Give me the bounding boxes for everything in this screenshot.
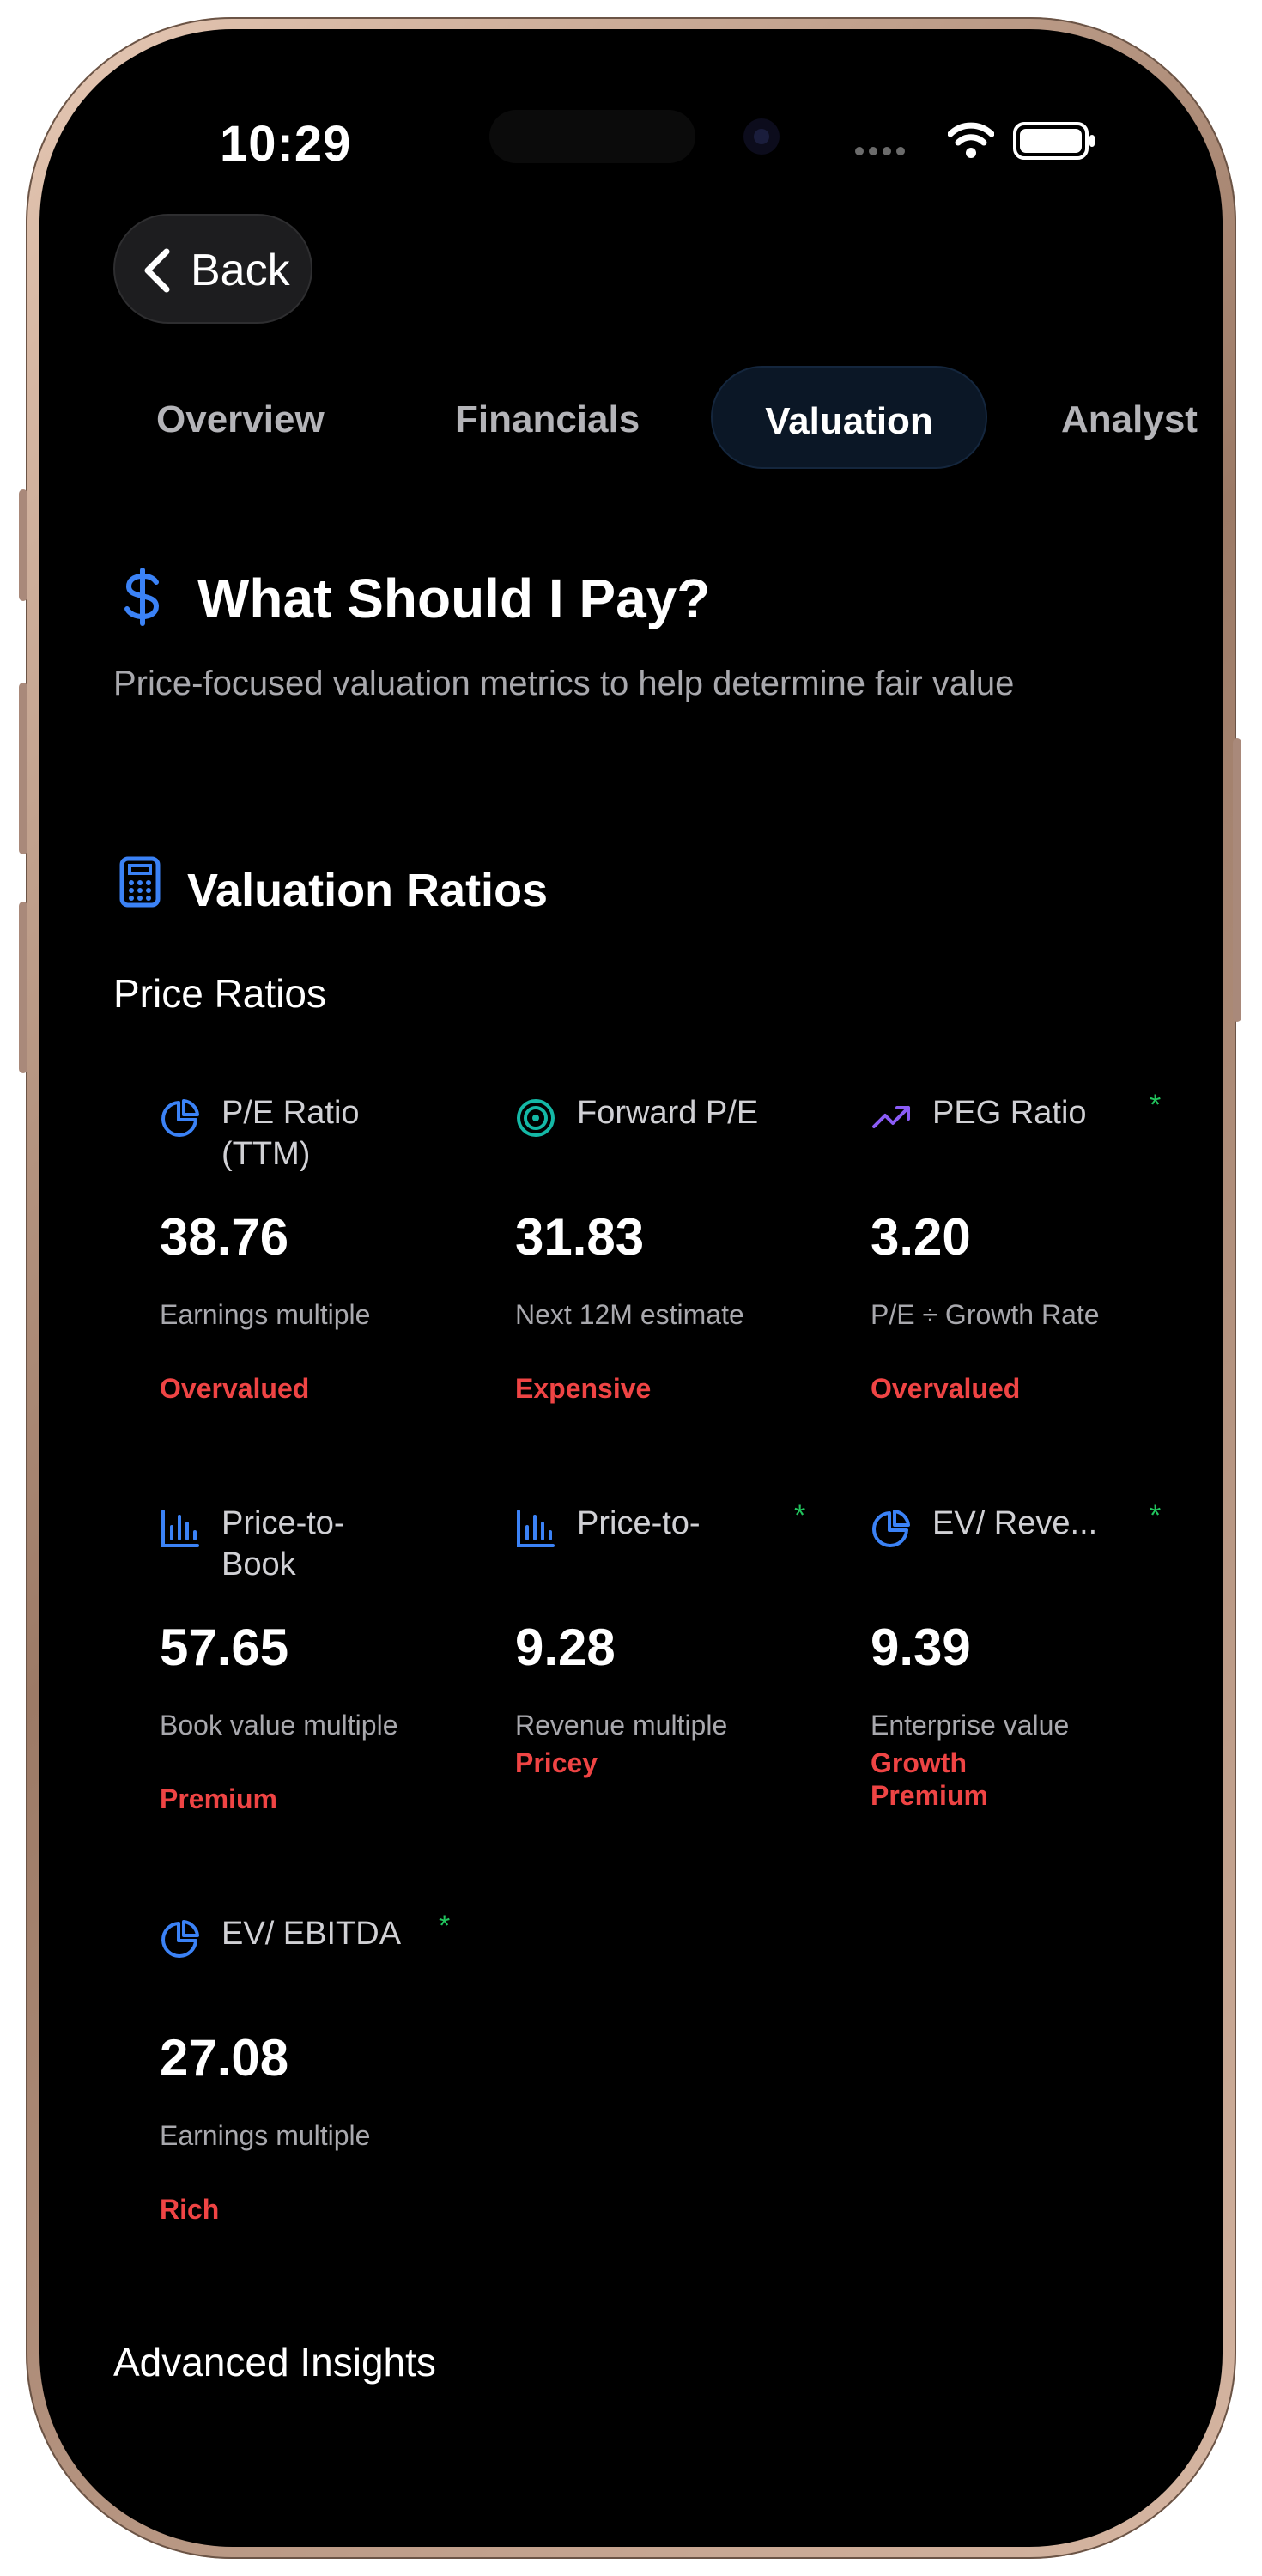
back-button[interactable]: Back (113, 214, 312, 324)
metric-status: Growth Premium (871, 1747, 988, 1811)
bar-chart-icon (517, 1510, 555, 1547)
metric-name: PEG Ratio (932, 1095, 1087, 1131)
page-subtitle: Price-focused valuation metrics to help … (113, 665, 1015, 702)
volume-up-button (19, 683, 27, 854)
metric-name: Forward P/E (577, 1095, 759, 1131)
metric-value: 9.28 (515, 1619, 616, 1676)
camera-icon (743, 118, 780, 155)
metric-value: 9.39 (871, 1619, 971, 1676)
back-label: Back (191, 246, 290, 295)
metric-description: Earnings multiple (160, 1299, 371, 1330)
metric-status: Premium (160, 1783, 277, 1814)
volume-down-button (19, 902, 27, 1073)
metric-value: 57.65 (160, 1619, 289, 1676)
battery-icon (1013, 122, 1095, 164)
metric-status: Overvalued (871, 1373, 1021, 1404)
metric-description: Next 12M estimate (515, 1299, 744, 1330)
metric-description: Enterprise value (871, 1710, 1070, 1741)
target-icon (517, 1099, 555, 1137)
screen: 10:29 Back Overview Financials Valuation… (39, 29, 1223, 2547)
trending-up-icon (872, 1106, 910, 1128)
metric-description: Earnings multiple (160, 2120, 371, 2151)
metric-name: EV/ EBITDA (221, 1916, 402, 1952)
metric-star: * (1150, 1499, 1162, 1532)
metric-status: Rich (160, 2194, 220, 2225)
section-subheading: Price Ratios (113, 971, 326, 1016)
calculator-icon (118, 855, 161, 913)
metric-description: Revenue multiple (515, 1710, 728, 1741)
dollar-icon (118, 567, 167, 631)
metric-status: Pricey (515, 1747, 598, 1778)
metric-value: 27.08 (160, 2029, 289, 2087)
wifi-icon (947, 122, 995, 162)
metric-value: 31.83 (515, 1208, 645, 1266)
metric-value: 3.20 (871, 1208, 971, 1266)
metric-star: * (439, 1910, 451, 1942)
metric-name: P/E Ratio (TTM) (221, 1095, 360, 1172)
pie-chart-icon (161, 1099, 199, 1137)
tab-valuation[interactable]: Valuation (711, 366, 987, 469)
bar-chart-icon (161, 1510, 199, 1547)
chevron-left-icon (144, 248, 170, 293)
metric-description: Book value multiple (160, 1710, 398, 1741)
tab-overview[interactable]: Overview (156, 398, 325, 441)
metric-star: * (794, 1499, 806, 1532)
tab-valuation-label: Valuation (765, 400, 933, 442)
metric-name: EV/ Reve... (932, 1505, 1098, 1541)
section-title: Valuation Ratios (187, 865, 549, 916)
power-button (1233, 738, 1241, 1022)
status-time: 10:29 (220, 116, 352, 172)
metric-description: P/E ÷ Growth Rate (871, 1299, 1100, 1330)
dynamic-island (489, 110, 695, 163)
metric-name: Price-to- (577, 1505, 701, 1541)
pie-chart-icon (872, 1510, 910, 1547)
metric-status: Overvalued (160, 1373, 310, 1404)
tab-financials[interactable]: Financials (455, 398, 640, 441)
advanced-insights-heading: Advanced Insights (113, 2340, 436, 2385)
metric-value: 38.76 (160, 1208, 289, 1266)
tab-analyst[interactable]: Analyst (1061, 398, 1198, 441)
action-button (19, 489, 27, 601)
metric-star: * (1150, 1089, 1162, 1121)
page-title: What Should I Pay? (197, 568, 711, 629)
metric-name: Price-to-Book (221, 1505, 345, 1583)
metric-status: Expensive (515, 1373, 652, 1404)
pie-chart-icon (161, 1920, 199, 1958)
cellular-signal-icon (855, 144, 910, 160)
